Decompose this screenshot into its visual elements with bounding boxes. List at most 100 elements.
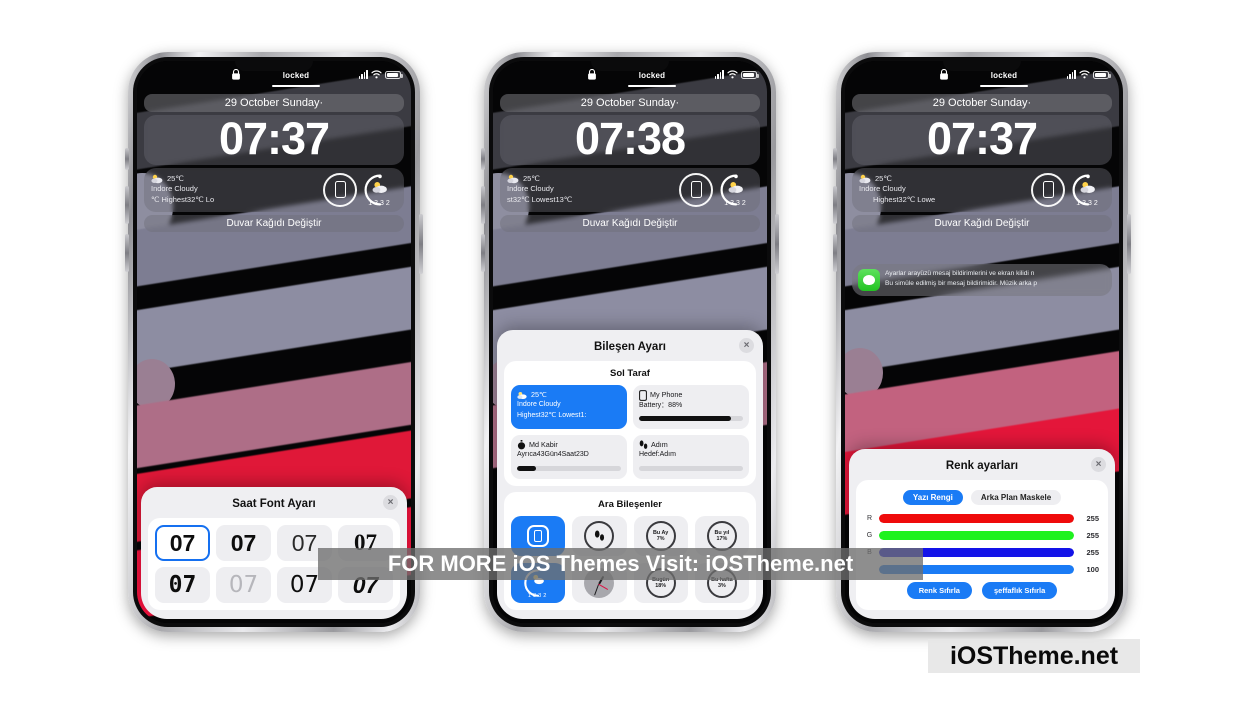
- notification-line2: Bu simüle edilmiş bir mesaj bildirimidir…: [885, 279, 1038, 287]
- stopwatch-progress: [517, 465, 621, 471]
- wifi-icon: [727, 70, 738, 79]
- volume-up-right[interactable]: [833, 186, 837, 224]
- dynamic-island-bar: [980, 85, 1028, 87]
- weather-widget: 25℃ Indore Cloudy st32℃ Lowest13℃: [507, 174, 673, 207]
- phone-screen-right: locked 29 October Sunday· 07:37 25℃ Indo…: [845, 61, 1119, 623]
- slider-label-r: R: [866, 515, 873, 522]
- reset-color-button[interactable]: Renk Sıfırla: [906, 582, 972, 599]
- date-pill: 29 October Sunday·: [500, 94, 760, 112]
- status-locked-label: locked: [990, 71, 1018, 80]
- clock-pill: 07:37: [144, 115, 404, 165]
- battery-icon: [741, 70, 759, 79]
- component-steps[interactable]: Adım Hedef:Adım: [633, 435, 749, 479]
- arc-labels: 1332: [1076, 199, 1100, 207]
- lock-icon: [232, 69, 240, 80]
- component-battery[interactable]: My Phone Battery：88%: [633, 385, 749, 429]
- close-icon[interactable]: ×: [1091, 457, 1106, 472]
- phone-screen-left: locked 29 October Sunday· 07:37 25℃ Indo…: [137, 61, 411, 623]
- section-title-mid: Ara Bileşenler: [598, 499, 662, 510]
- reset-transparency-button[interactable]: şeffaflık Sıfırla: [981, 582, 1058, 599]
- component-line2: Indore Cloudy: [517, 401, 561, 409]
- weather-place: Indore Cloudy: [507, 184, 554, 194]
- close-icon[interactable]: ×: [383, 495, 398, 510]
- status-right-group: [1066, 70, 1111, 79]
- watermark-logo-text: iOSTheme.net: [949, 641, 1119, 670]
- slider-value-alpha: 100: [1086, 565, 1099, 574]
- cloud-sun-icon: [507, 174, 519, 184]
- battery-icon: [1093, 70, 1111, 79]
- slider-value-g: 255: [1086, 531, 1099, 540]
- change-wallpaper-button[interactable]: Duvar Kağıdı Değiştir: [852, 214, 1112, 232]
- volume-up-center[interactable]: [481, 186, 485, 224]
- tab-background-mask[interactable]: Arka Plan Maskele: [970, 490, 1062, 505]
- font-option[interactable]: 07: [155, 567, 210, 603]
- weather-temp: 25℃: [167, 173, 184, 183]
- font-option[interactable]: 07: [216, 567, 271, 603]
- font-option[interactable]: 07: [155, 525, 210, 561]
- power-button-right[interactable]: [1127, 214, 1131, 274]
- volume-down-right[interactable]: [833, 234, 837, 272]
- weather-arc-widget[interactable]: 1332: [1071, 173, 1105, 207]
- phone-circle-widget[interactable]: [679, 172, 713, 207]
- phone-circle-widget[interactable]: [1031, 172, 1065, 207]
- cloud-sun-icon: [151, 174, 163, 184]
- widget-row: 25℃ Indore Cloudy ℃ Highest32℃ Lo 1332: [144, 167, 404, 212]
- panel-header: Renk ayarları ×: [856, 456, 1108, 480]
- weather-widget: 25℃ Indore Cloudy ℃ Highest32℃ Lo: [151, 174, 317, 207]
- phone-bezel: locked 29 October Sunday· 07:37 25℃ Indo…: [841, 57, 1123, 627]
- signal-bars-icon: [358, 70, 368, 79]
- slider-value-b: 255: [1086, 548, 1099, 557]
- change-wallpaper-button[interactable]: Duvar Kağıdı Değiştir: [500, 214, 760, 232]
- mute-switch-right[interactable]: [833, 148, 837, 170]
- component-line1: Adım: [651, 440, 668, 449]
- power-button-center[interactable]: [775, 214, 779, 274]
- notch: [591, 61, 669, 71]
- color-buttons: Renk Sıfırla şeffaflık Sıfırla: [865, 582, 1099, 599]
- clock-time: 07:37: [926, 113, 1038, 164]
- ring-bottom-label: 18%: [655, 583, 667, 589]
- component-stopwatch[interactable]: Md Kabir Ayrıca43Gün4Saat23D: [511, 435, 627, 479]
- phone-circle-widget[interactable]: [323, 172, 357, 207]
- component-line2: Battery：88%: [639, 402, 683, 409]
- slider-row-r: R 255: [865, 514, 1099, 523]
- message-notification[interactable]: Ayarlar arayüzü mesaj bildirimlerini ve …: [852, 264, 1112, 296]
- ring-bottom-label: 17%: [716, 536, 728, 542]
- power-button-left[interactable]: [419, 214, 423, 274]
- lock-icon: [588, 69, 596, 80]
- wifi-icon: [1079, 70, 1090, 79]
- volume-down-left[interactable]: [125, 234, 129, 272]
- slider-r[interactable]: [879, 514, 1074, 523]
- notification-text: Ayarlar arayüzü mesaj bildirimlerini ve …: [885, 269, 1037, 289]
- phone-battery-icon: [639, 390, 647, 401]
- left-components-grid: 25℃ Indore Cloudy Highest32℃ Lowest1: My…: [511, 385, 749, 479]
- slider-label-g: G: [866, 532, 873, 539]
- cloud-sun-icon: [1080, 181, 1095, 193]
- mute-switch-center[interactable]: [481, 148, 485, 170]
- weather-arc-widget[interactable]: 1332: [363, 173, 397, 207]
- change-wallpaper-button[interactable]: Duvar Kağıdı Değiştir: [144, 214, 404, 232]
- mute-switch-left[interactable]: [125, 148, 129, 170]
- weather-arc-widget[interactable]: 1332: [719, 173, 753, 207]
- phone-bezel: locked 29 October Sunday· 07:37 25℃ Indo…: [133, 57, 415, 627]
- battery-icon: [385, 70, 403, 79]
- phone-bezel: locked 29 October Sunday· 07:38 25℃ Indo…: [489, 57, 771, 627]
- component-line3: Highest32℃ Lowest1:: [517, 411, 587, 419]
- arc-labels: 1332: [368, 199, 392, 207]
- panel-header: Bileşen Ayarı ×: [504, 337, 756, 361]
- panel-title: Bileşen Ayarı: [593, 341, 666, 353]
- close-icon[interactable]: ×: [739, 338, 754, 353]
- lock-screen-widgets-right: 29 October Sunday· 07:37 25℃ Indore Clou…: [852, 94, 1112, 232]
- phone-left: locked 29 October Sunday· 07:37 25℃ Indo…: [125, 52, 423, 632]
- color-card: Yazı Rengi Arka Plan Maskele R 255 G 255: [856, 480, 1108, 610]
- dynamic-island-bar: [628, 85, 676, 87]
- volume-down-center[interactable]: [481, 234, 485, 272]
- component-weather[interactable]: 25℃ Indore Cloudy Highest32℃ Lowest1:: [511, 385, 627, 429]
- tab-text-color[interactable]: Yazı Rengi: [902, 490, 963, 505]
- panel-title: Saat Font Ayarı: [232, 498, 316, 510]
- phone-center: locked 29 October Sunday· 07:38 25℃ Indo…: [481, 52, 779, 632]
- volume-up-left[interactable]: [125, 186, 129, 224]
- component-line2: Ayrıca43Gün4Saat23D: [517, 451, 589, 459]
- font-option[interactable]: 07: [216, 525, 271, 561]
- watermark-logo: iOSTheme.net: [928, 639, 1140, 673]
- slider-g[interactable]: [879, 531, 1074, 540]
